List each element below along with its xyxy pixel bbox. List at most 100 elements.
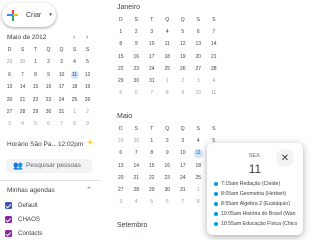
- day-cell[interactable]: 26: [175, 63, 191, 75]
- day-cell[interactable]: 4: [129, 196, 145, 208]
- day-cell[interactable]: 8: [29, 69, 42, 81]
- day-cell[interactable]: 16: [160, 160, 176, 172]
- day-cell[interactable]: 1: [29, 56, 42, 68]
- day-cell[interactable]: 15: [29, 81, 42, 93]
- day-cell[interactable]: 5: [113, 87, 129, 99]
- day-cell[interactable]: 13: [191, 38, 207, 50]
- day-cell[interactable]: 21: [129, 172, 145, 184]
- day-cell[interactable]: 6: [191, 26, 207, 38]
- day-cell[interactable]: 5: [144, 196, 160, 208]
- day-cell[interactable]: 29: [144, 184, 160, 196]
- day-cell[interactable]: 15: [113, 51, 129, 63]
- calendar-checkbox[interactable]: [5, 202, 12, 209]
- day-cell[interactable]: 11: [160, 38, 176, 50]
- day-cell[interactable]: 30: [42, 106, 55, 118]
- day-cell[interactable]: 4: [206, 75, 222, 87]
- day-cell[interactable]: 1: [113, 26, 129, 38]
- day-cell[interactable]: 7: [206, 26, 222, 38]
- day-cell[interactable]: 30: [16, 56, 29, 68]
- day-cell[interactable]: 5: [29, 118, 42, 130]
- day-cell[interactable]: 2: [160, 135, 176, 147]
- day-cell[interactable]: 16: [42, 81, 55, 93]
- day-cell[interactable]: 9: [42, 69, 55, 81]
- day-cell[interactable]: 13: [113, 160, 129, 172]
- day-cell[interactable]: 27: [113, 184, 129, 196]
- event-item[interactable]: 8:55am Álgebra 2 (Eustáquio): [214, 201, 302, 207]
- day-cell[interactable]: 8: [144, 147, 160, 159]
- chevron-left-icon[interactable]: ‹: [73, 34, 75, 41]
- day-cell[interactable]: 8: [68, 118, 81, 130]
- day-cell[interactable]: 3: [175, 135, 191, 147]
- day-cell[interactable]: 14: [206, 38, 222, 50]
- day-cell[interactable]: 6: [3, 69, 16, 81]
- day-cell[interactable]: 7: [55, 118, 68, 130]
- day-cell[interactable]: 1: [160, 75, 176, 87]
- day-cell[interactable]: 22: [113, 63, 129, 75]
- calendar-checkbox[interactable]: [5, 216, 12, 223]
- day-cell[interactable]: 12: [175, 38, 191, 50]
- day-cell[interactable]: 31: [175, 184, 191, 196]
- day-cell[interactable]: 25: [191, 172, 207, 184]
- day-cell[interactable]: 31: [55, 106, 68, 118]
- day-cell[interactable]: 19: [81, 81, 94, 93]
- day-cell[interactable]: 27: [191, 63, 207, 75]
- day-cell[interactable]: 2: [81, 106, 94, 118]
- day-cell[interactable]: 6: [42, 118, 55, 130]
- day-cell[interactable]: 1: [144, 135, 160, 147]
- day-cell[interactable]: 6: [113, 147, 129, 159]
- day-cell[interactable]: 6: [160, 196, 176, 208]
- day-cell[interactable]: 11: [206, 87, 222, 99]
- day-cell[interactable]: 3: [191, 75, 207, 87]
- day-cell[interactable]: 7: [16, 69, 29, 81]
- day-cell[interactable]: 25: [160, 63, 176, 75]
- day-cell[interactable]: 18: [68, 81, 81, 93]
- calendar-item-contacts[interactable]: Contacts: [5, 230, 42, 237]
- day-cell[interactable]: 29: [113, 135, 129, 147]
- day-cell[interactable]: 26: [81, 94, 94, 106]
- calendar-item-chaos[interactable]: CHAOS: [5, 216, 40, 223]
- day-cell[interactable]: 21: [16, 94, 29, 106]
- day-cell[interactable]: 13: [3, 81, 16, 93]
- day-cell[interactable]: 18: [191, 160, 207, 172]
- day-cell[interactable]: 6: [129, 87, 145, 99]
- day-cell[interactable]: 14: [16, 81, 29, 93]
- chevron-right-icon[interactable]: ›: [86, 34, 88, 41]
- day-cell[interactable]: 4: [160, 26, 176, 38]
- day-cell[interactable]: 11: [191, 147, 207, 159]
- calendar-item-default[interactable]: Default: [5, 202, 38, 209]
- day-cell[interactable]: 14: [129, 160, 145, 172]
- day-cell[interactable]: 10: [55, 69, 68, 81]
- day-cell[interactable]: 3: [55, 56, 68, 68]
- day-cell[interactable]: 30: [129, 75, 145, 87]
- day-cell[interactable]: 22: [144, 172, 160, 184]
- day-cell[interactable]: 23: [42, 94, 55, 106]
- day-cell[interactable]: 5: [81, 56, 94, 68]
- day-cell[interactable]: 7: [144, 87, 160, 99]
- day-cell[interactable]: 16: [129, 51, 145, 63]
- create-button[interactable]: Criar ▼: [2, 3, 56, 27]
- day-cell[interactable]: 20: [3, 94, 16, 106]
- day-cell[interactable]: 4: [191, 135, 207, 147]
- day-cell[interactable]: 2: [42, 56, 55, 68]
- day-cell[interactable]: 8: [160, 87, 176, 99]
- day-cell[interactable]: 29: [29, 106, 42, 118]
- day-cell[interactable]: 12: [81, 69, 94, 81]
- day-cell[interactable]: 4: [16, 118, 29, 130]
- day-cell[interactable]: 10: [175, 147, 191, 159]
- day-cell[interactable]: 21: [206, 51, 222, 63]
- day-cell[interactable]: 3: [113, 196, 129, 208]
- day-cell[interactable]: 23: [160, 172, 176, 184]
- day-cell[interactable]: 5: [175, 26, 191, 38]
- day-cell[interactable]: 9: [160, 147, 176, 159]
- day-cell[interactable]: 3: [144, 26, 160, 38]
- day-cell[interactable]: 17: [175, 160, 191, 172]
- chevron-up-icon[interactable]: ⌃: [86, 186, 92, 194]
- day-cell[interactable]: 19: [175, 51, 191, 63]
- day-cell[interactable]: 18: [160, 51, 176, 63]
- day-cell[interactable]: 23: [129, 63, 145, 75]
- day-cell[interactable]: 8: [191, 196, 207, 208]
- day-cell[interactable]: 9: [129, 38, 145, 50]
- day-cell[interactable]: 11: [68, 69, 81, 81]
- day-cell[interactable]: 28: [206, 63, 222, 75]
- day-cell[interactable]: 22: [29, 94, 42, 106]
